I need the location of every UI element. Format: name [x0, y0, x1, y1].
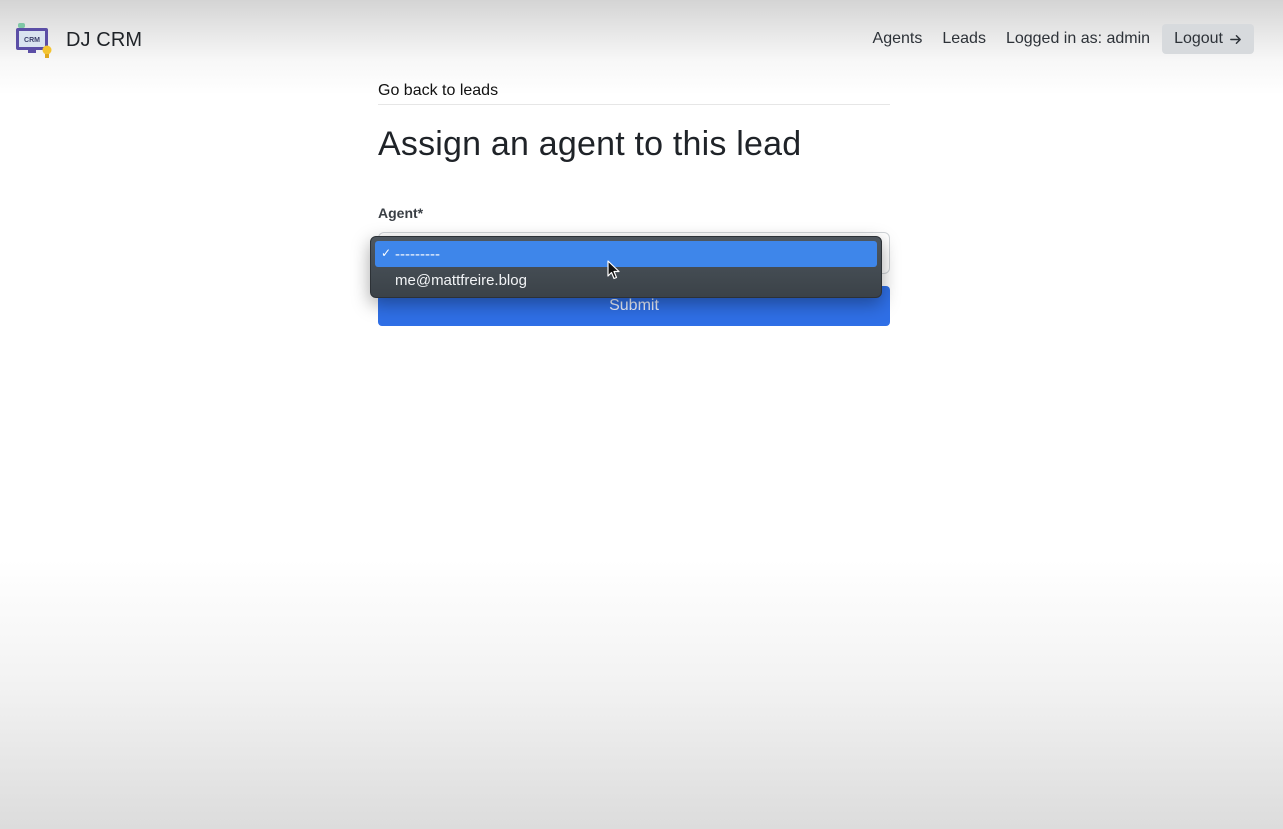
agent-select-dropdown: ✓ --------- me@mattfreire.blog	[370, 236, 882, 298]
logout-button[interactable]: Logout	[1162, 24, 1254, 54]
logout-label: Logout	[1174, 30, 1223, 47]
top-navbar: CRM DJ CRM Agents Leads Logged in as: ad…	[0, 0, 1283, 80]
back-to-leads-link[interactable]: Go back to leads	[378, 80, 890, 102]
checkmark-icon: ✓	[381, 246, 392, 260]
option-label: me@mattfreire.blog	[395, 271, 527, 289]
assign-agent-form-section: Go back to leads Assign an agent to this…	[378, 80, 890, 326]
page-title: Assign an agent to this lead	[378, 125, 802, 163]
agent-field-label: Agent*	[378, 205, 424, 221]
arrow-right-icon	[1230, 34, 1241, 44]
dropdown-option-empty[interactable]: ✓ ---------	[375, 241, 877, 267]
brand-name: DJ CRM	[66, 28, 143, 51]
nav-leads-link[interactable]: Leads	[942, 30, 986, 48]
main-nav: Agents Leads Logged in as: admin Logout	[873, 24, 1254, 54]
crm-logo-icon: CRM	[16, 23, 52, 58]
nav-agents-link[interactable]: Agents	[873, 30, 923, 48]
mouse-pointer-icon	[607, 260, 620, 280]
logo-text: CRM	[24, 37, 40, 44]
option-label: ---------	[395, 245, 440, 263]
brand-link[interactable]: CRM DJ CRM	[14, 20, 142, 60]
divider	[378, 104, 890, 105]
logged-in-user-text: Logged in as: admin	[1005, 30, 1151, 47]
dropdown-option-agent[interactable]: me@mattfreire.blog	[375, 267, 877, 293]
